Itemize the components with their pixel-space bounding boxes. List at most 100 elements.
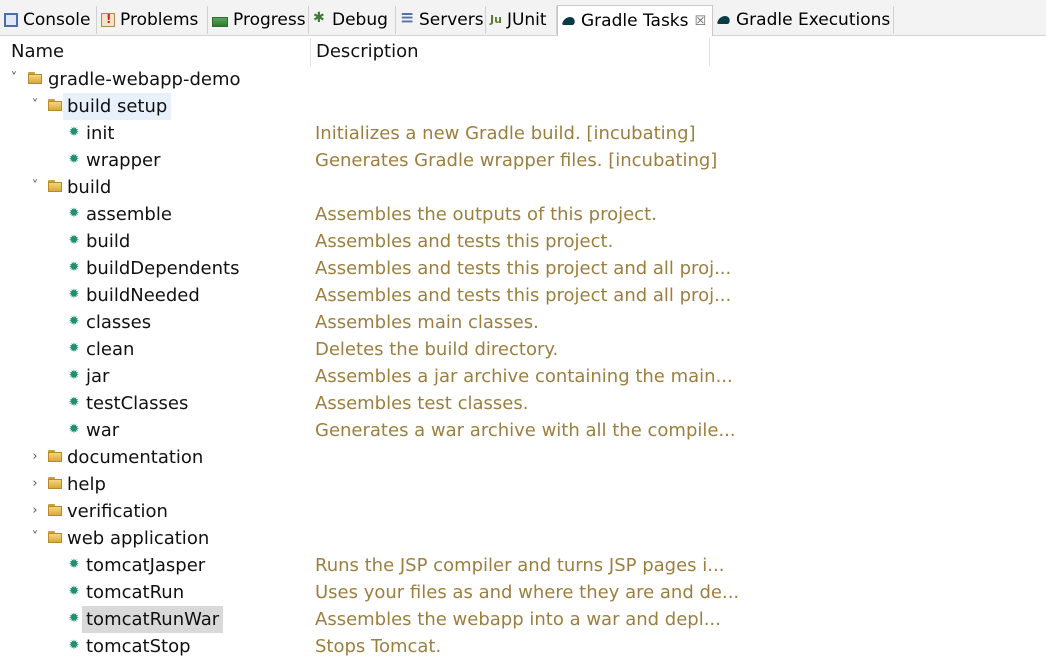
- task-row[interactable]: ✹ testClasses Assembles test classes.: [0, 390, 1046, 417]
- tab-label: Debug: [332, 10, 388, 30]
- tab-gradle-tasks[interactable]: Gradle Tasks ☒: [557, 5, 713, 36]
- tab-problems[interactable]: Problems: [97, 6, 208, 34]
- tree-item-label: tomcatStop: [86, 636, 191, 657]
- tree-item-label: buildNeeded: [86, 285, 200, 306]
- name-column-header[interactable]: Name: [11, 37, 64, 66]
- servers-icon: [400, 8, 414, 28]
- junit-icon: Ju: [490, 13, 502, 26]
- gear-icon: ✹: [68, 638, 80, 653]
- chevron-right-icon[interactable]: ›: [29, 448, 41, 466]
- tree-item-label: wrapper: [86, 150, 161, 171]
- task-row[interactable]: ✹ tomcatRun Uses your files as and where t…: [0, 579, 1046, 606]
- task-description: Assembles and tests this project and all…: [315, 258, 732, 279]
- task-group-row[interactable]: › documentation: [0, 444, 1046, 471]
- tree-item-label: jar: [86, 366, 110, 387]
- chevron-right-icon[interactable]: ›: [29, 475, 41, 493]
- tab-label: Problems: [120, 10, 199, 30]
- gear-icon: ✹: [68, 125, 80, 140]
- tree-item-label: testClasses: [86, 393, 189, 414]
- tab-label: Console: [23, 10, 91, 30]
- debug-icon: [313, 10, 327, 27]
- tree-item-label: build: [67, 177, 112, 198]
- chevron-down-icon[interactable]: ˅: [29, 97, 41, 115]
- task-description: Runs the JSP compiler and turns JSP page…: [315, 555, 725, 576]
- close-icon[interactable]: ☒: [695, 14, 707, 29]
- gear-icon: ✹: [68, 611, 80, 626]
- chevron-down-icon[interactable]: ˅: [29, 529, 41, 547]
- chevron-right-icon[interactable]: ›: [29, 502, 41, 520]
- gear-icon: ✹: [68, 584, 80, 599]
- tab-console[interactable]: Console: [0, 6, 97, 34]
- gear-icon: ✹: [68, 287, 80, 302]
- task-row[interactable]: ✹ tomcatRunWar Assembles the webapp into a…: [0, 606, 1046, 633]
- column-divider[interactable]: [310, 38, 311, 66]
- tree-item-label: tomcatRun: [86, 582, 185, 603]
- task-row[interactable]: ✹ war Generates a war archive with all the…: [0, 417, 1046, 444]
- tree-item-label: build setup: [63, 93, 172, 120]
- view-tab-bar: Console Problems Progress Debug Servers Ju JUn…: [0, 0, 1046, 36]
- tab-label: JUnit: [506, 10, 547, 30]
- task-description: Assembles and tests this project and all…: [315, 285, 732, 306]
- tree-item-label: tomcatJasper: [86, 555, 206, 576]
- tab-label: Progress: [233, 10, 306, 30]
- task-description: Assembles a jar archive containing the m…: [315, 366, 733, 387]
- tree-item-label: verification: [67, 501, 168, 522]
- folder-icon: [48, 504, 63, 516]
- folder-icon: [48, 531, 63, 543]
- task-description: Deletes the build directory.: [315, 339, 559, 360]
- tree-header: Name Description: [0, 37, 710, 66]
- task-description: Assembles the webapp into a war and depl…: [315, 609, 721, 630]
- column-divider[interactable]: [709, 38, 710, 66]
- task-row[interactable]: ✹ build Assembles and tests this project.: [0, 228, 1046, 255]
- tab-label: Gradle Tasks: [581, 11, 689, 31]
- gear-icon: ✹: [68, 206, 80, 221]
- tab-junit[interactable]: Ju JUnit: [486, 6, 557, 34]
- task-group-row[interactable]: ˅ build setup: [0, 93, 1046, 120]
- task-description: Assembles and tests this project.: [315, 231, 614, 252]
- task-description: Assembles test classes.: [315, 393, 529, 414]
- task-description: Generates a war archive with all the com…: [315, 420, 736, 441]
- task-row[interactable]: ✹ clean Deletes the build directory.: [0, 336, 1046, 363]
- tree-item-label: documentation: [67, 447, 204, 468]
- tree-item-label: web application: [67, 528, 210, 549]
- chevron-down-icon[interactable]: ˅: [8, 70, 20, 88]
- task-row[interactable]: ✹ tomcatJasper Runs the JSP compiler and t…: [0, 552, 1046, 579]
- task-row[interactable]: ✹ init Initializes a new Gradle build. [in…: [0, 120, 1046, 147]
- problems-icon: [101, 12, 115, 27]
- progress-icon: [212, 16, 228, 27]
- chevron-down-icon[interactable]: ˅: [29, 178, 41, 196]
- gear-icon: ✹: [68, 557, 80, 572]
- task-group-row[interactable]: ˅ build: [0, 174, 1046, 201]
- tab-gradle-executions[interactable]: Gradle Executions: [713, 6, 894, 34]
- project-row[interactable]: ˅ gradle-webapp-demo: [0, 66, 1046, 93]
- folder-icon: [48, 450, 63, 462]
- tree-item-label: buildDependents: [86, 258, 240, 279]
- task-description: Assembles main classes.: [315, 312, 539, 333]
- gradle-icon: [717, 13, 731, 27]
- gear-icon: ✹: [68, 152, 80, 167]
- task-row[interactable]: ✹ buildDependents Assembles and tests this…: [0, 255, 1046, 282]
- task-row[interactable]: ✹ tomcatStop Stops Tomcat.: [0, 633, 1046, 660]
- tree-item-label: war: [86, 420, 120, 441]
- task-group-row[interactable]: ˅ web application: [0, 525, 1046, 552]
- task-group-row[interactable]: › verification: [0, 498, 1046, 525]
- tree-item-label: gradle-webapp-demo: [48, 69, 241, 90]
- console-icon: [4, 13, 18, 27]
- description-column-header[interactable]: Description: [316, 37, 419, 66]
- task-row[interactable]: ✹ jar Assembles a jar archive containing t…: [0, 363, 1046, 390]
- task-row[interactable]: ✹ buildNeeded Assembles and tests this pro…: [0, 282, 1046, 309]
- task-description: Generates Gradle wrapper files. [incubat…: [315, 150, 718, 171]
- gear-icon: ✹: [68, 314, 80, 329]
- task-description: Stops Tomcat.: [315, 636, 442, 657]
- tab-debug[interactable]: Debug: [309, 6, 396, 34]
- gear-icon: ✹: [68, 368, 80, 383]
- tab-progress[interactable]: Progress: [208, 6, 309, 34]
- gear-icon: ✹: [68, 422, 80, 437]
- tree-item-label: assemble: [86, 204, 172, 225]
- tree-item-label: build: [86, 231, 131, 252]
- task-row[interactable]: ✹ assemble Assembles the outputs of this p…: [0, 201, 1046, 228]
- task-group-row[interactable]: › help: [0, 471, 1046, 498]
- task-row[interactable]: ✹ wrapper Generates Gradle wrapper files. …: [0, 147, 1046, 174]
- tab-servers[interactable]: Servers: [396, 6, 486, 34]
- task-row[interactable]: ✹ classes Assembles main classes.: [0, 309, 1046, 336]
